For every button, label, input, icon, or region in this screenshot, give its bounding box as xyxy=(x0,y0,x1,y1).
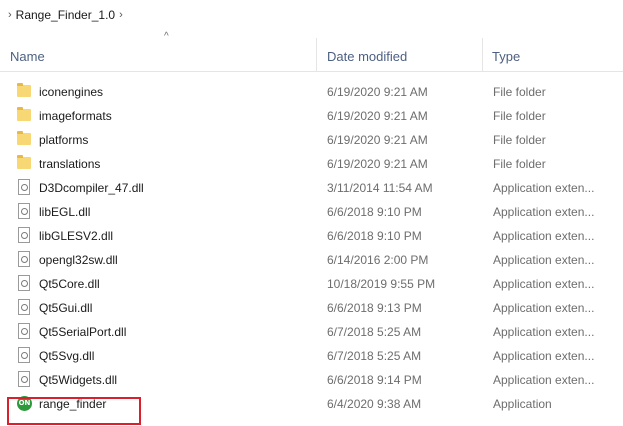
file-date-modified: 6/19/2020 9:21 AM xyxy=(327,85,428,99)
file-row-qt5core[interactable]: Qt5Core.dll 10/18/2019 9:55 PM Applicati… xyxy=(0,272,623,296)
file-name: platforms xyxy=(39,133,89,147)
dll-file-icon xyxy=(17,323,33,341)
file-row-qt5widgets[interactable]: Qt5Widgets.dll 6/6/2018 9:14 PM Applicat… xyxy=(0,368,623,392)
file-type: Application exten... xyxy=(493,181,595,195)
file-type: Application exten... xyxy=(493,301,595,315)
file-list: iconengines 6/19/2020 9:21 AM File folde… xyxy=(0,80,623,416)
file-row-libglesv2[interactable]: libGLESV2.dll 6/6/2018 9:10 PM Applicati… xyxy=(0,224,623,248)
dll-file-icon xyxy=(17,203,33,221)
column-header-row: ^ Name Date modified Type xyxy=(0,30,623,72)
file-name: libEGL.dll xyxy=(39,205,91,219)
file-name: Qt5Svg.dll xyxy=(39,349,95,363)
file-row-iconengines[interactable]: iconengines 6/19/2020 9:21 AM File folde… xyxy=(0,80,623,104)
file-type: File folder xyxy=(493,109,546,123)
highlight-annotation-box xyxy=(7,397,141,425)
breadcrumb-chevron-icon[interactable]: › xyxy=(115,9,127,21)
file-row-platforms[interactable]: platforms 6/19/2020 9:21 AM File folder xyxy=(0,128,623,152)
file-date-modified: 3/11/2014 11:54 AM xyxy=(327,181,433,195)
file-name: Qt5Gui.dll xyxy=(39,301,93,315)
file-type: Application exten... xyxy=(493,253,595,267)
file-date-modified: 6/14/2016 2:00 PM xyxy=(327,253,429,267)
file-row-imageformats[interactable]: imageformats 6/19/2020 9:21 AM File fold… xyxy=(0,104,623,128)
column-divider[interactable] xyxy=(316,38,317,72)
file-type: Application exten... xyxy=(493,373,595,387)
folder-icon xyxy=(17,107,33,125)
file-name: iconengines xyxy=(39,85,104,99)
file-type: Application exten... xyxy=(493,229,595,243)
file-name: libGLESV2.dll xyxy=(39,229,114,243)
column-header-type[interactable]: Type xyxy=(492,49,520,64)
dll-file-icon xyxy=(17,179,33,197)
dll-file-icon xyxy=(17,227,33,245)
file-name: Qt5Core.dll xyxy=(39,277,100,291)
file-name: D3Dcompiler_47.dll xyxy=(39,181,144,195)
folder-icon xyxy=(17,83,33,101)
dll-file-icon xyxy=(17,299,33,317)
file-date-modified: 6/19/2020 9:21 AM xyxy=(327,109,428,123)
sort-ascending-icon: ^ xyxy=(164,31,169,42)
file-row-qt5gui[interactable]: Qt5Gui.dll 6/6/2018 9:13 PM Application … xyxy=(0,296,623,320)
file-row-translations[interactable]: translations 6/19/2020 9:21 AM File fold… xyxy=(0,152,623,176)
breadcrumb: › Range_Finder_1.0 › xyxy=(0,0,623,30)
file-name: translations xyxy=(39,157,101,171)
file-name: Qt5Widgets.dll xyxy=(39,373,118,387)
folder-icon xyxy=(17,155,33,173)
file-type: Application xyxy=(493,397,552,411)
dll-file-icon xyxy=(17,371,33,389)
file-type: File folder xyxy=(493,85,546,99)
folder-icon xyxy=(17,131,33,149)
file-date-modified: 6/6/2018 9:10 PM xyxy=(327,205,422,219)
file-date-modified: 10/18/2019 9:55 PM xyxy=(327,277,436,291)
file-date-modified: 6/7/2018 5:25 AM xyxy=(327,325,422,339)
file-row-qt5svg[interactable]: Qt5Svg.dll 6/7/2018 5:25 AM Application … xyxy=(0,344,623,368)
breadcrumb-item-range-finder[interactable]: Range_Finder_1.0 xyxy=(16,8,115,22)
file-type: File folder xyxy=(493,133,546,147)
breadcrumb-chevron-icon[interactable]: › xyxy=(4,9,16,21)
dll-file-icon xyxy=(17,275,33,293)
file-name: Qt5SerialPort.dll xyxy=(39,325,127,339)
file-date-modified: 6/6/2018 9:14 PM xyxy=(327,373,422,387)
file-type: Application exten... xyxy=(493,277,595,291)
file-date-modified: 6/19/2020 9:21 AM xyxy=(327,157,428,171)
file-name: imageformats xyxy=(39,109,112,123)
file-type: Application exten... xyxy=(493,349,595,363)
file-date-modified: 6/7/2018 5:25 AM xyxy=(327,349,422,363)
file-date-modified: 6/4/2020 9:38 AM xyxy=(327,397,422,411)
file-row-libegl[interactable]: libEGL.dll 6/6/2018 9:10 PM Application … xyxy=(0,200,623,224)
file-explorer-window: › Range_Finder_1.0 › ^ Name Date modifie… xyxy=(0,0,623,426)
file-date-modified: 6/6/2018 9:13 PM xyxy=(327,301,422,315)
file-row-opengl32sw[interactable]: opengl32sw.dll 6/14/2016 2:00 PM Applica… xyxy=(0,248,623,272)
file-row-d3dcompiler[interactable]: D3Dcompiler_47.dll 3/11/2014 11:54 AM Ap… xyxy=(0,176,623,200)
file-type: Application exten... xyxy=(493,325,595,339)
file-date-modified: 6/6/2018 9:10 PM xyxy=(327,229,422,243)
dll-file-icon xyxy=(17,347,33,365)
file-type: File folder xyxy=(493,157,546,171)
column-header-name[interactable]: Name xyxy=(10,49,45,64)
dll-file-icon xyxy=(17,251,33,269)
file-date-modified: 6/19/2020 9:21 AM xyxy=(327,133,428,147)
column-header-date-modified[interactable]: Date modified xyxy=(327,49,407,64)
column-divider[interactable] xyxy=(482,38,483,72)
file-row-qt5serialport[interactable]: Qt5SerialPort.dll 6/7/2018 5:25 AM Appli… xyxy=(0,320,623,344)
file-name: opengl32sw.dll xyxy=(39,253,118,267)
file-type: Application exten... xyxy=(493,205,595,219)
